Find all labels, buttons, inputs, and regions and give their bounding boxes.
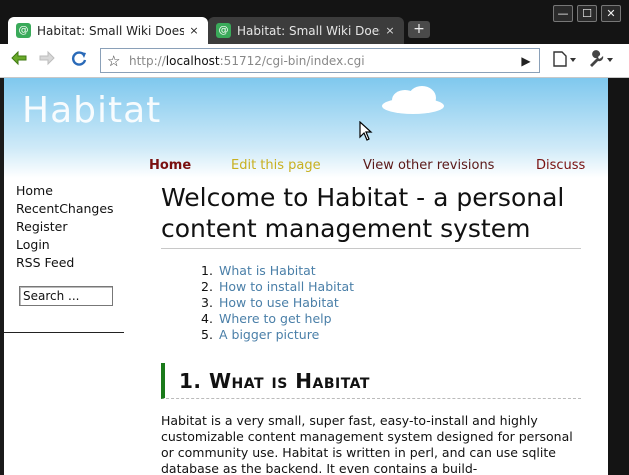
cloud-decoration [382,86,444,114]
tab-habitat-active[interactable]: @ Habitat: Small Wiki Does... × [8,17,208,44]
wrench-menu-icon[interactable] [585,50,615,72]
back-arrow-icon[interactable] [8,50,30,72]
sidebar-item-login[interactable]: Login [16,236,126,254]
section-heading: 1. What is Habitat [161,363,581,399]
page-title: Welcome to Habitat - a personal content … [161,182,581,249]
url-text: http://localhost:51712/cgi-bin/index.cgi [129,53,365,68]
toc-item[interactable]: 5. A bigger picture [201,327,581,343]
tab-close-icon[interactable]: × [384,24,396,37]
search-input[interactable] [19,286,113,306]
nav-view-revisions[interactable]: View other revisions [363,158,494,173]
browser-titlebar: @ Habitat: Small Wiki Does... × @ Habita… [0,0,629,44]
sidebar: Home RecentChanges Register Login RSS Fe… [16,182,126,272]
mouse-cursor-icon [359,121,373,141]
table-of-contents: 1. What is Habitat 2. How to install Habit… [201,263,581,343]
tab-close-icon[interactable]: × [188,24,200,37]
sidebar-divider [4,332,124,333]
habitat-favicon-icon: @ [216,23,231,38]
page-menu-icon[interactable] [550,50,578,72]
address-bar[interactable]: ☆ http://localhost:51712/cgi-bin/index.c… [100,48,540,73]
intro-paragraph: Habitat is a very small, super fast, eas… [161,413,573,475]
nav-discuss[interactable]: Discuss [536,158,585,173]
sidebar-item-home[interactable]: Home [16,182,126,200]
browser-toolbar: ☆ http://localhost:51712/cgi-bin/index.c… [0,44,629,78]
tab-title: Habitat: Small Wiki Does... [237,23,380,38]
tab-habitat-inactive[interactable]: @ Habitat: Small Wiki Does... × [208,17,404,44]
toc-item[interactable]: 3. How to use Habitat [201,295,581,311]
habitat-favicon-icon: @ [16,23,31,38]
forward-arrow-icon[interactable] [36,50,58,72]
go-arrow-icon[interactable]: ▶ [519,54,533,68]
window-right-border [608,78,629,475]
sidebar-item-register[interactable]: Register [16,218,126,236]
nav-home[interactable]: Home [149,158,191,173]
toc-item[interactable]: 1. What is Habitat [201,263,581,279]
toc-item[interactable]: 2. How to install Habitat [201,279,581,295]
nav-edit-page[interactable]: Edit this page [231,158,321,173]
toc-item[interactable]: 4. Where to get help [201,311,581,327]
sidebar-item-rss-feed[interactable]: RSS Feed [16,254,126,272]
reload-icon[interactable] [68,50,90,72]
close-window-button[interactable]: ✕ [601,5,621,22]
maximize-button[interactable]: ☐ [577,5,597,22]
new-tab-button[interactable]: + [408,21,430,38]
main-content: Welcome to Habitat - a personal content … [161,182,581,475]
site-logo[interactable]: Habitat [22,90,161,131]
web-page: Habitat Home Edit this page View other r… [4,78,608,475]
tab-title: Habitat: Small Wiki Does... [37,23,184,38]
sidebar-item-recentchanges[interactable]: RecentChanges [16,200,126,218]
minimize-button[interactable]: — [553,5,573,22]
bookmark-star-icon[interactable]: ☆ [107,52,129,70]
